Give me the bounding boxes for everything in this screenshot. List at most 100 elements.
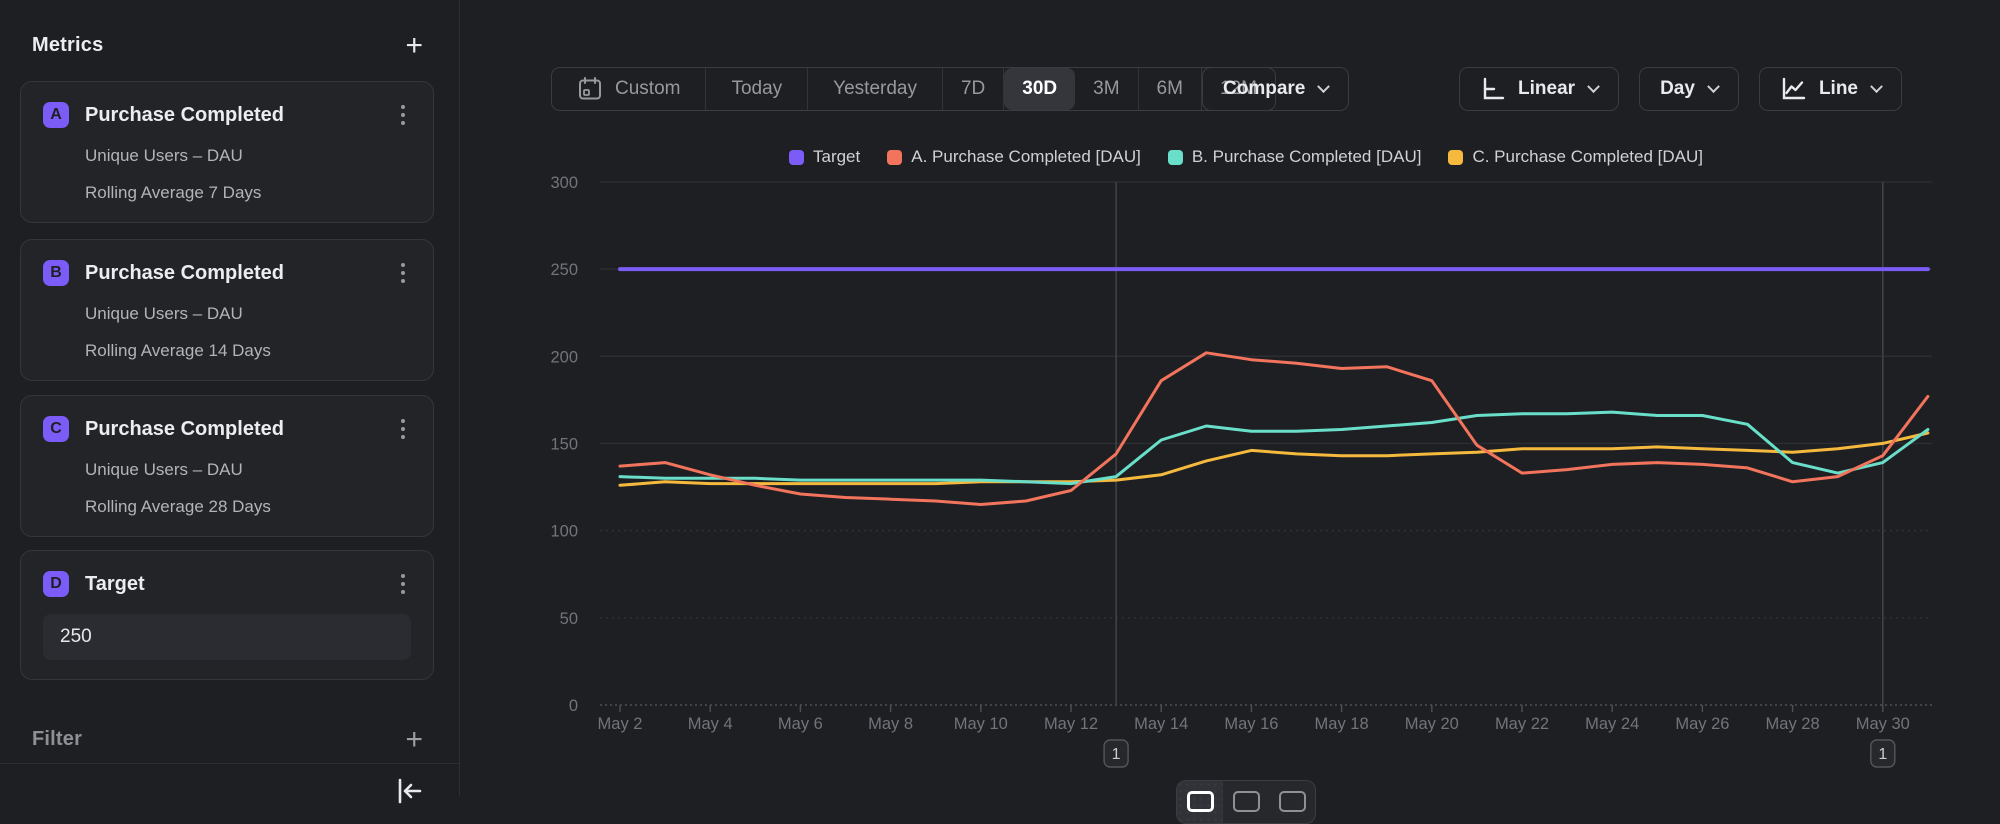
interval-button[interactable]: Day [1639,67,1739,111]
target-title: Target [85,573,395,596]
chevron-down-icon [1587,80,1600,93]
x-tick-label: May 8 [868,715,913,733]
annotation-badge[interactable]: 1 [1104,740,1128,767]
series-c-purchase-completed-dau-[interactable] [620,433,1928,485]
line-chart[interactable]: May 2May 4May 6May 8May 10May 12May 14Ma… [540,130,1960,796]
target-value-input[interactable]: 250 [43,614,411,660]
metric-card-b[interactable]: B Purchase Completed Unique Users – DAU … [20,239,434,381]
add-filter-icon[interactable]: + [405,730,423,750]
layout-table-button[interactable] [1269,781,1315,823]
metric-measure: Unique Users – DAU [85,146,411,166]
range-yesterday[interactable]: Yesterday [808,68,943,110]
metric-rolling-window: Rolling Average 7 Days [85,183,411,203]
more-options-icon[interactable] [395,570,411,598]
layout-chart-only-button[interactable] [1177,781,1223,823]
metric-card-a[interactable]: A Purchase Completed Unique Users – DAU … [20,81,434,223]
range-label: 30D [1022,78,1057,100]
x-axis: May 2May 4May 6May 8May 10May 12May 14Ma… [598,705,1910,733]
metric-badge: A [43,102,69,128]
range-3m[interactable]: 3M [1075,68,1138,110]
svg-text:1: 1 [1878,746,1887,763]
add-metric-icon[interactable]: + [405,36,423,56]
window-bottom-icon [1233,791,1260,812]
calendar-icon [577,76,603,102]
more-options-icon[interactable] [395,101,411,129]
filter-header: Filter + [32,728,423,751]
window-icon [1187,791,1214,812]
x-tick-label: May 16 [1224,715,1278,733]
date-range-control: Custom Today Yesterday 7D 30D 3M 6M 12M [551,67,1276,111]
annotation-badge[interactable]: 1 [1871,740,1895,767]
metric-card-c[interactable]: C Purchase Completed Unique Users – DAU … [20,395,434,537]
y-tick-label: 50 [560,610,578,628]
y-tick-label: 300 [550,174,578,192]
x-tick-label: May 20 [1405,715,1459,733]
line-chart-icon [1780,76,1807,102]
gridlines [600,182,1932,705]
metric-title: Purchase Completed [85,418,395,441]
x-tick-label: May 24 [1585,715,1639,733]
range-custom[interactable]: Custom [552,68,706,110]
filter-title: Filter [32,728,82,751]
scale-label: Linear [1518,78,1575,100]
x-tick-label: May 28 [1766,715,1820,733]
y-tick-label: 150 [550,435,578,453]
window-plain-icon [1279,791,1306,812]
range-label: 3M [1093,78,1119,100]
x-tick-label: May 6 [778,715,823,733]
chart-layout-toggle [1176,780,1316,824]
x-tick-label: May 14 [1134,715,1188,733]
metric-title: Purchase Completed [85,104,395,127]
x-tick-label: May 10 [954,715,1008,733]
x-tick-label: May 4 [688,715,733,733]
layout-split-button[interactable] [1223,781,1269,823]
metric-title: Purchase Completed [85,262,395,285]
compare-label: Compare [1223,78,1305,100]
range-7d[interactable]: 7D [943,68,1004,110]
chart-options-group: Linear Day Line [1459,67,1902,111]
range-today[interactable]: Today [706,68,808,110]
metrics-header: Metrics + [32,34,423,57]
x-tick-label: May 30 [1856,715,1910,733]
chart-type-button[interactable]: Line [1759,67,1902,111]
more-options-icon[interactable] [395,415,411,443]
metric-measure: Unique Users – DAU [85,460,411,480]
metric-rolling-window: Rolling Average 14 Days [85,341,411,361]
metric-badge: B [43,260,69,286]
metric-badge: D [43,571,69,597]
metric-measure: Unique Users – DAU [85,304,411,324]
more-options-icon[interactable] [395,259,411,287]
chart-panel: Custom Today Yesterday 7D 30D 3M 6M 12M … [460,0,2000,796]
x-tick-label: May 18 [1315,715,1369,733]
metric-badge: C [43,416,69,442]
series-b-purchase-completed-dau-[interactable] [620,412,1928,484]
y-tick-label: 100 [550,523,578,541]
x-tick-label: May 12 [1044,715,1098,733]
target-card[interactable]: D Target 250 [20,550,434,680]
compare-button[interactable]: Compare [1202,67,1349,111]
interval-label: Day [1660,78,1695,100]
linear-axis-icon [1480,76,1506,102]
chevron-down-icon [1870,80,1883,93]
chevron-down-icon [1707,80,1720,93]
y-tick-label: 0 [569,697,578,715]
range-30d[interactable]: 30D [1004,68,1075,110]
range-label: 6M [1157,78,1183,100]
metrics-title: Metrics [32,34,103,57]
scale-button[interactable]: Linear [1459,67,1619,111]
range-label: Custom [615,78,680,100]
metrics-sidebar: Metrics + A Purchase Completed Unique Us… [0,0,460,796]
chevron-down-icon [1317,80,1330,93]
y-axis: 050100150200250300 [550,174,578,715]
range-label: Today [731,78,782,100]
series-a-purchase-completed-dau-[interactable] [620,353,1928,505]
collapse-sidebar-icon[interactable] [392,774,432,804]
y-tick-label: 250 [550,261,578,279]
range-6m[interactable]: 6M [1139,68,1202,110]
metric-rolling-window: Rolling Average 28 Days [85,497,411,517]
svg-text:1: 1 [1112,746,1121,763]
range-label: 7D [961,78,985,100]
sidebar-divider [0,763,459,764]
x-tick-label: May 22 [1495,715,1549,733]
range-label: Yesterday [833,78,917,100]
